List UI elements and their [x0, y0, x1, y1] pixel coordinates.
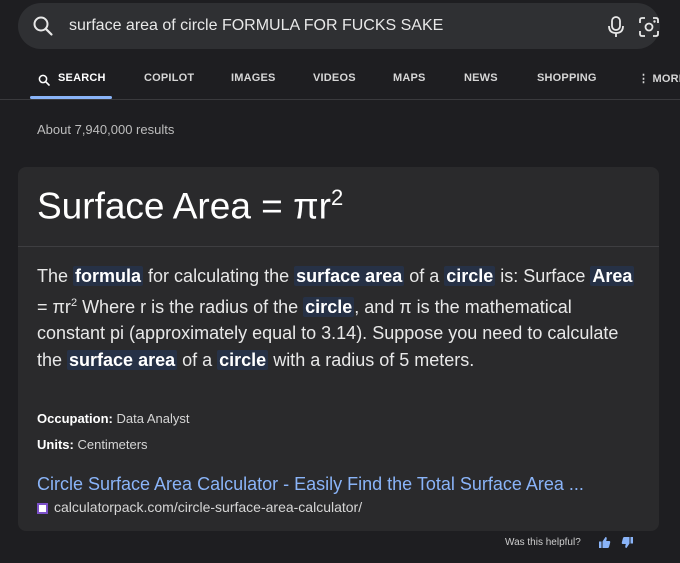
answer-heading: Surface Area = πr2: [37, 185, 343, 227]
answer-highlight: circle: [303, 296, 355, 317]
result-link-title[interactable]: Circle Surface Area Calculator - Easily …: [37, 474, 637, 495]
answer-segment: The: [37, 266, 74, 286]
tab-videos[interactable]: VIDEOS: [313, 72, 356, 84]
search-icon[interactable]: [32, 15, 54, 37]
answer-highlight: formula: [73, 266, 144, 286]
results-count: About 7,940,000 results: [37, 122, 175, 137]
thumbs-down-icon[interactable]: [621, 536, 634, 549]
tab-more[interactable]: ⋮ MORE: [638, 72, 680, 85]
answer-highlight: surface area: [294, 266, 405, 286]
microphone-icon[interactable]: [607, 16, 625, 38]
answer-segment: is: Surface: [495, 266, 591, 286]
heading-superscript: 2: [330, 185, 344, 210]
units-value: Centimeters: [77, 437, 148, 452]
card-divider: [18, 246, 659, 247]
lens-icon[interactable]: [638, 16, 660, 38]
answer-segment: = πr: [37, 296, 71, 317]
site-favicon-icon: [37, 503, 48, 514]
search-bar[interactable]: surface area of circle FORMULA FOR FUCKS…: [18, 3, 660, 49]
search-input[interactable]: surface area of circle FORMULA FOR FUCKS…: [69, 17, 443, 35]
tab-search[interactable]: SEARCH: [58, 72, 106, 84]
tab-shopping[interactable]: SHOPPING: [537, 72, 597, 84]
feedback-label: Was this helpful?: [505, 537, 581, 548]
answer-highlight: circle: [217, 349, 269, 370]
tab-more-label: MORE: [652, 73, 680, 85]
result-url[interactable]: calculatorpack.com/circle-surface-area-c…: [37, 499, 362, 515]
tab-images[interactable]: IMAGES: [231, 72, 276, 84]
answer-segment: with a radius of 5 meters.: [268, 349, 475, 370]
units-row: Units: Centimeters: [37, 437, 148, 452]
more-dots-icon: ⋮: [638, 73, 653, 85]
answer-segment: for calculating the: [143, 266, 295, 286]
heading-text: Surface Area = πr: [37, 185, 331, 227]
answer-highlight: circle: [444, 266, 496, 286]
tab-maps[interactable]: MAPS: [393, 72, 426, 84]
answer-segment: Where r is the radius of the: [77, 296, 304, 317]
answer-text: The formula for calculating the surface …: [37, 263, 637, 373]
search-tab-icon: [38, 74, 50, 86]
answer-segment: of a: [404, 266, 445, 286]
occupation-label: Occupation:: [37, 411, 113, 426]
occupation-row: Occupation: Data Analyst: [37, 411, 189, 426]
tab-news[interactable]: NEWS: [464, 72, 498, 84]
tab-copilot[interactable]: COPILOT: [144, 72, 194, 84]
thumbs-up-icon[interactable]: [598, 536, 611, 549]
answer-highlight: surface area: [67, 349, 178, 370]
tabs-divider: [0, 99, 680, 100]
answer-card: Surface Area = πr2 The formula for calcu…: [18, 167, 659, 531]
occupation-value: Data Analyst: [116, 411, 190, 426]
answer-highlight: Area: [590, 266, 635, 286]
answer-segment: of a: [177, 349, 218, 370]
units-label: Units:: [37, 437, 74, 452]
search-tabs: SEARCH COPILOT IMAGES VIDEOS MAPS NEWS S…: [0, 68, 680, 100]
result-url-text: calculatorpack.com/circle-surface-area-c…: [54, 499, 363, 515]
